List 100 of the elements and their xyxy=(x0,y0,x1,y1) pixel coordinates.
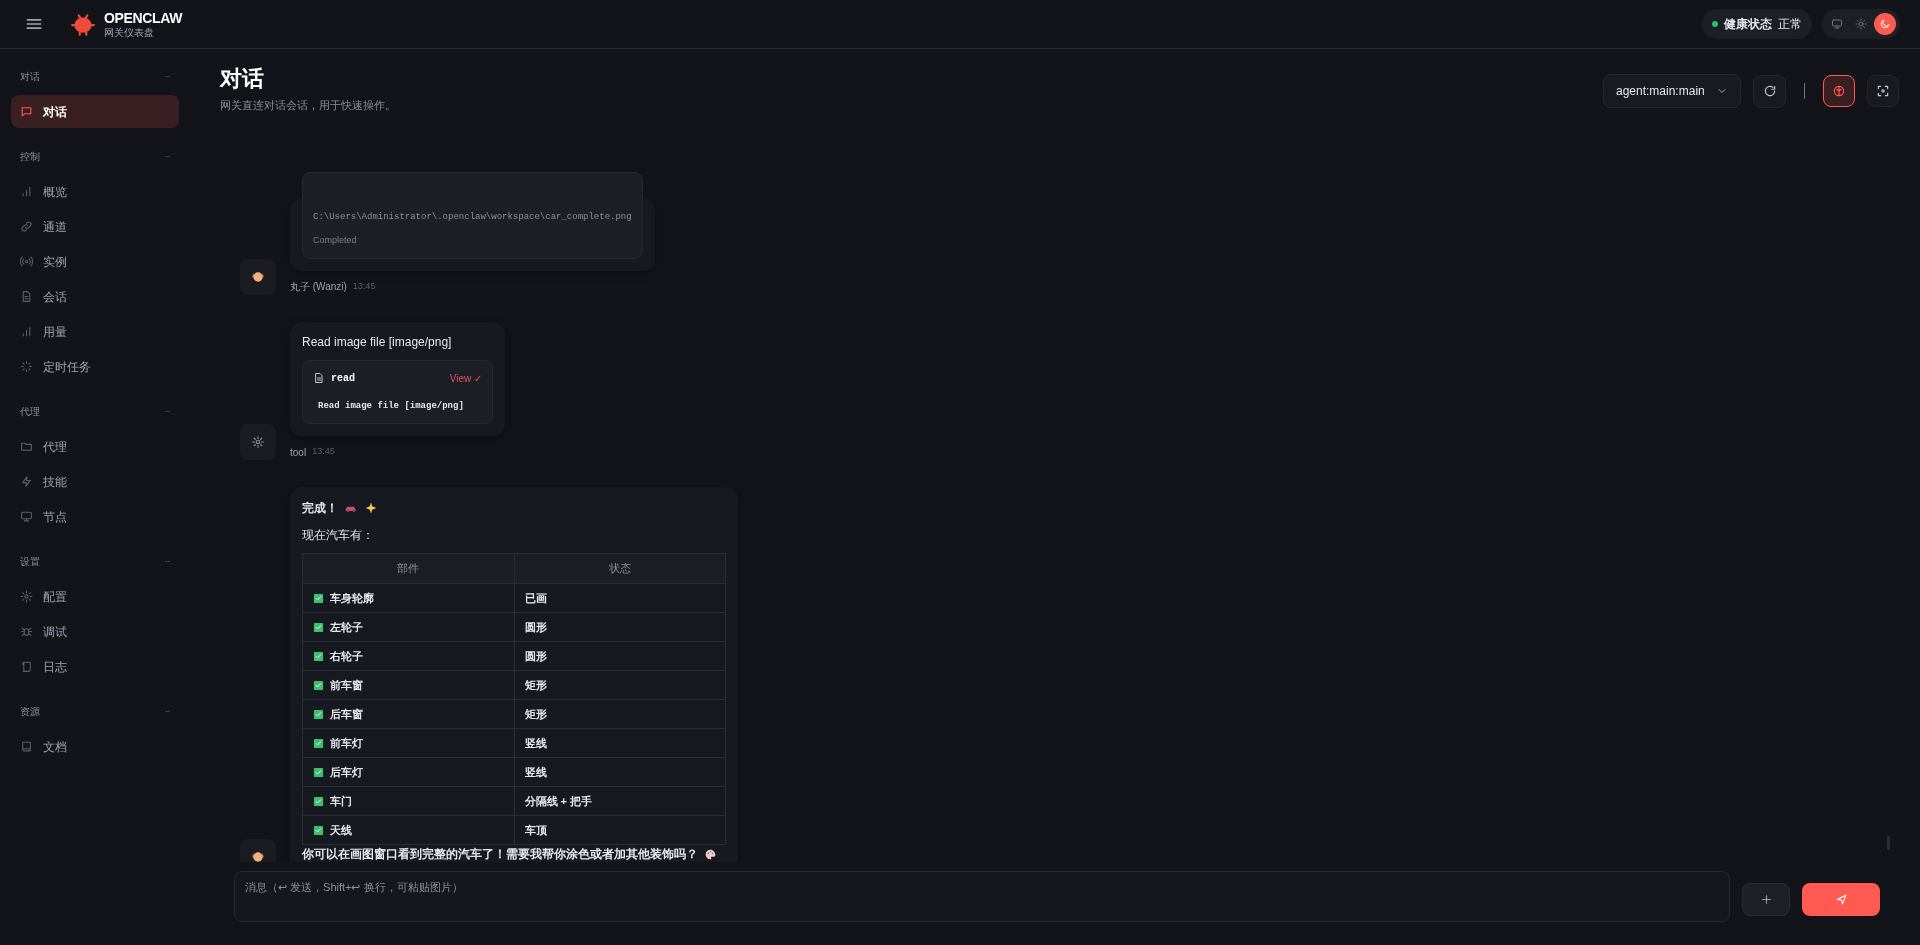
column-header: 状态 xyxy=(514,553,726,584)
check-box-icon xyxy=(313,650,324,662)
check-box-icon xyxy=(313,708,324,720)
check-box-icon xyxy=(313,766,324,778)
sidebar-item[interactable]: 调试 xyxy=(11,615,179,648)
monitor-icon xyxy=(1831,18,1843,30)
plus-icon xyxy=(1759,893,1773,906)
bug-icon xyxy=(20,625,33,638)
table-cell: 矩形 xyxy=(514,670,726,700)
table-cell-text: 后车窗 xyxy=(330,706,363,722)
settings-icon xyxy=(251,435,265,449)
page-title: 对话 xyxy=(220,65,265,93)
sidebar-item[interactable]: 会话 xyxy=(11,280,179,313)
check-box-icon xyxy=(313,592,324,604)
document-icon xyxy=(20,290,33,303)
table-cell-text: 天线 xyxy=(330,822,352,838)
table-cell: 竖线 xyxy=(514,728,726,758)
bar-chart-icon xyxy=(20,185,33,198)
sidebar-item[interactable]: 日志 xyxy=(11,650,179,683)
table-cell: 车顶 xyxy=(514,815,726,845)
table-cell: 竖线 xyxy=(514,757,726,787)
check-box-icon xyxy=(313,795,324,807)
table-cell: 矩形 xyxy=(514,699,726,729)
table-cell: 圆形 xyxy=(514,641,726,671)
link-icon xyxy=(20,220,33,233)
check-box-icon xyxy=(313,824,324,836)
table-cell-text: 车身轮廓 xyxy=(330,590,374,606)
monitor-icon xyxy=(20,510,33,523)
logo-icon xyxy=(70,11,96,37)
author-name: 丸子 (Wanzi) xyxy=(290,280,347,294)
file-path: C:\Users\Administrator\.openclaw\workspace\car_complete.png xyxy=(313,210,632,224)
check-box-icon xyxy=(313,621,324,633)
section-heading: 对话 xyxy=(20,69,40,84)
section-heading: 控制 xyxy=(20,149,40,164)
scroll-icon xyxy=(20,660,33,673)
sidebar-item[interactable]: 定时任务 xyxy=(11,350,179,383)
table-cell: 圆形 xyxy=(514,612,726,642)
health-value: 正常 xyxy=(1778,16,1802,33)
section-heading: 设置 xyxy=(20,554,40,569)
message-text: 现在汽车有： xyxy=(302,527,375,543)
sidebar-item[interactable]: 实例 xyxy=(11,245,179,278)
sidebar-item[interactable]: 节点 xyxy=(11,500,179,533)
table-cell-text: 后车灯 xyxy=(330,764,363,780)
settings-icon xyxy=(20,590,33,603)
send-button[interactable] xyxy=(1802,883,1880,916)
sidebar-item[interactable]: 用量 xyxy=(11,315,179,348)
focus-icon xyxy=(1876,84,1890,98)
view-link[interactable]: View ✓ xyxy=(449,370,482,386)
loader-icon xyxy=(20,360,33,373)
tool-output: Read image file [image/png] xyxy=(317,399,465,413)
refresh-button[interactable] xyxy=(1753,74,1786,108)
folder-icon xyxy=(20,440,33,453)
timestamp: 13:45 xyxy=(352,279,376,293)
lightning-icon xyxy=(20,475,33,488)
check-box-icon xyxy=(313,679,324,691)
refresh-icon xyxy=(1762,84,1777,98)
sidebar-item[interactable]: 对话 xyxy=(11,95,179,128)
sidebar-item[interactable]: 通道 xyxy=(11,210,179,243)
chat-icon xyxy=(20,105,33,118)
section-heading: 资源 xyxy=(20,704,40,719)
brand-name: OPENCLAW xyxy=(104,10,183,25)
author-name: tool xyxy=(290,445,307,460)
page-subtitle: 网关直连对话会话，用于快速操作。 xyxy=(220,98,396,113)
broadcast-icon xyxy=(20,255,33,268)
timestamp: 13:45 xyxy=(312,445,335,459)
tool-name: read xyxy=(331,371,355,386)
moon-icon xyxy=(1879,18,1891,30)
thinking-toggle-button[interactable] xyxy=(1823,75,1855,107)
bar-chart-icon xyxy=(20,325,33,338)
table-cell-text: 前车窗 xyxy=(330,677,363,693)
table-cell-text: 车门 xyxy=(330,793,352,809)
brand-subtitle: 网关仪表盘 xyxy=(104,27,155,38)
column-header: 部件 xyxy=(302,553,514,584)
sun-icon xyxy=(1855,18,1867,30)
message-text: Read image file [image/png] xyxy=(302,333,453,350)
message-input[interactable]: 消息（↩ 发送，Shift+↩ 换行，可粘贴图片） xyxy=(234,871,1730,922)
sidebar-item[interactable]: 代理 xyxy=(11,430,179,463)
document-icon xyxy=(313,372,325,384)
sidebar-item[interactable]: 概览 xyxy=(11,175,179,208)
check-box-icon xyxy=(313,737,324,749)
session-select[interactable]: agent:main:main xyxy=(1603,74,1741,108)
send-icon xyxy=(1834,893,1848,906)
sparkle-icon xyxy=(364,501,378,515)
sidebar-item[interactable]: 技能 xyxy=(11,465,179,498)
new-session-button[interactable] xyxy=(1742,883,1790,916)
status-text: Completed xyxy=(313,234,358,247)
theme-dark-button[interactable] xyxy=(1874,13,1896,35)
sidebar-item[interactable]: 文档 xyxy=(11,730,179,763)
avatar-icon xyxy=(250,849,266,862)
table-cell: 已画 xyxy=(514,583,726,613)
table-cell-text: 左轮子 xyxy=(330,619,363,635)
message-text: 你可以在画图窗口看到完整的汽车了！需要我帮你涂色或者加其他装饰吗？ xyxy=(302,846,698,862)
sidebar-item[interactable]: 配置 xyxy=(11,580,179,613)
table-cell-text: 右轮子 xyxy=(330,648,363,664)
health-label: 健康状态 xyxy=(1724,16,1772,33)
message-text: 完成！ xyxy=(302,500,338,517)
table-cell: 分隔线 + 把手 xyxy=(514,786,726,816)
table-cell-text: 前车灯 xyxy=(330,735,363,751)
section-heading: 代理 xyxy=(20,404,40,419)
focus-mode-button[interactable] xyxy=(1867,75,1899,107)
